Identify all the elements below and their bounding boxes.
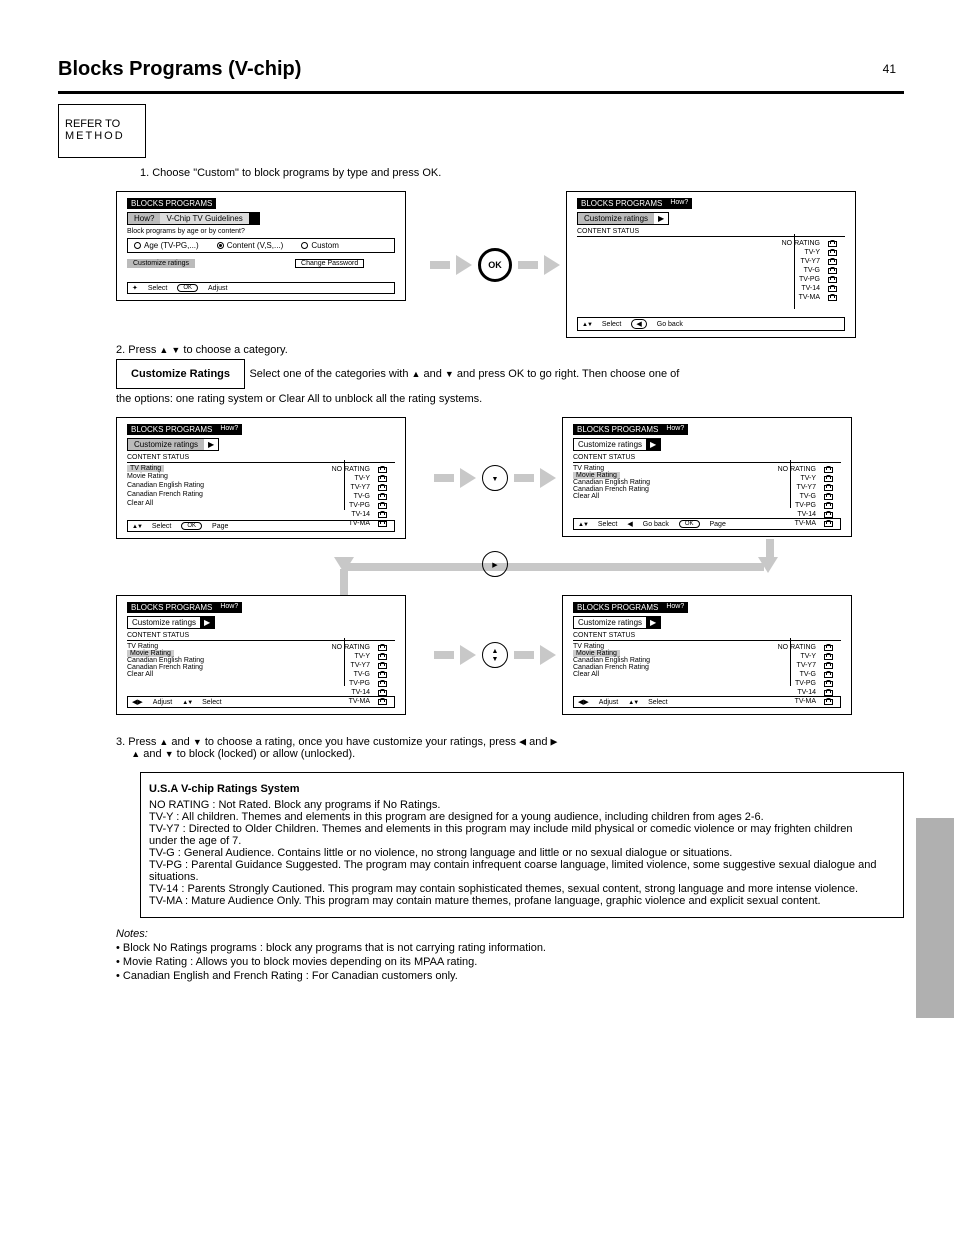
screen-a-line: Block programs by age or by content? bbox=[127, 228, 395, 235]
ok-circle-icon: OK bbox=[478, 248, 512, 282]
page-number: 41 bbox=[883, 62, 896, 76]
step2: 2. Press ▲ ▼ to choose a category. bbox=[116, 344, 904, 356]
side-tab bbox=[916, 818, 954, 1018]
screen-c1: BLOCKS PROGRAMSHow? Customize ratings ▶ … bbox=[116, 417, 406, 539]
screen-c2: BLOCKS PROGRAMSHow? Customize ratings ▶ … bbox=[562, 417, 852, 537]
dial-right-icon bbox=[482, 551, 508, 577]
method-line2: METHOD bbox=[65, 130, 125, 142]
radio-box: Age (TV-PG,...) Content (V,S,...) Custom bbox=[127, 238, 395, 253]
note-1: Block No Ratings programs : block any pr… bbox=[116, 942, 904, 954]
lock-list-b: NO RATING TV-Y TV-Y7 TV-G TV-PG TV-14 TV… bbox=[782, 240, 835, 301]
hint-a: ✦Select OKAdjust bbox=[127, 282, 395, 294]
screen-a-sub: How? bbox=[128, 213, 160, 224]
step1-text: 1. Choose "Custom" to block programs by … bbox=[140, 167, 904, 179]
screen-c4: BLOCKS PROGRAMSHow? Customize ratings ▶ … bbox=[562, 595, 852, 715]
screen-a-sub2: V-Chip TV Guidelines bbox=[160, 213, 248, 224]
rule bbox=[58, 91, 904, 94]
up-icon: ▲ bbox=[159, 345, 168, 355]
screen-c3: BLOCKS PROGRAMSHow? Customize ratings ▶ … bbox=[116, 595, 406, 715]
screen-a-chpw: Change Password bbox=[295, 259, 364, 268]
customize-heading: Customize Ratings bbox=[116, 359, 245, 389]
screen-a: BLOCKS PROGRAMS How? V-Chip TV Guideline… bbox=[116, 191, 406, 301]
down-icon: ▼ bbox=[171, 345, 180, 355]
notes-heading: Notes: bbox=[116, 928, 148, 940]
screen-head: BLOCKS PROGRAMS bbox=[127, 198, 216, 209]
page-title: Blocks Programs (V-chip) bbox=[58, 58, 904, 81]
screen-b: BLOCKS PROGRAMSHow? Customize ratings ▶ … bbox=[566, 191, 856, 338]
screen-a-cr: Customize ratings bbox=[127, 259, 195, 268]
ratings-explain: U.S.A V-chip Ratings System NO RATING : … bbox=[140, 772, 904, 918]
note-3: Canadian English and French Rating : For… bbox=[116, 970, 904, 982]
dial-down-icon bbox=[482, 465, 508, 491]
method-box: REFER TO METHOD bbox=[58, 104, 146, 158]
step3: 3. Press ▲ and ▼ to choose a rating, onc… bbox=[116, 736, 904, 760]
note-2: Movie Rating : Allows you to block movie… bbox=[116, 956, 904, 968]
method-line1: REFER TO bbox=[65, 118, 125, 130]
dial-updown-icon bbox=[482, 642, 508, 668]
